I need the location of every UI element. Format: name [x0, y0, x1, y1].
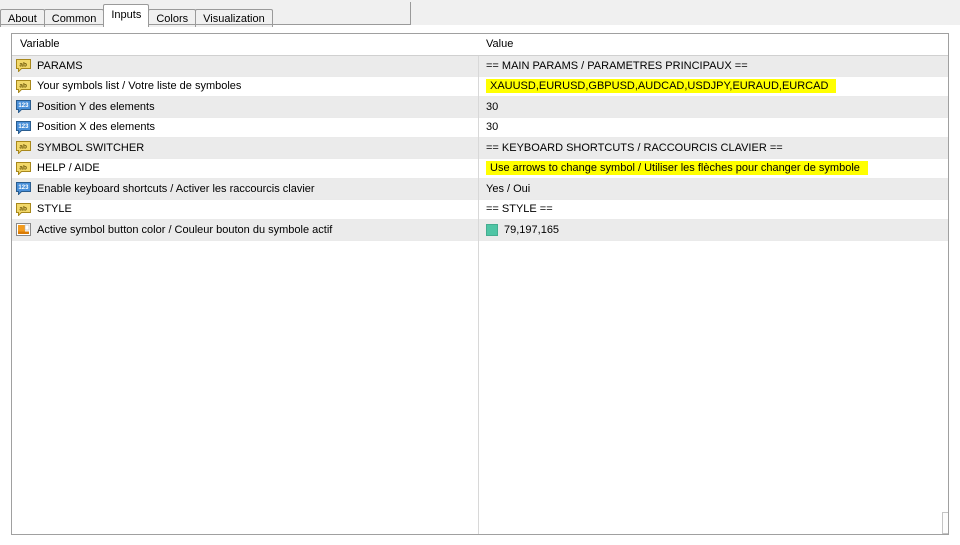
- variable-cell[interactable]: ab Your symbols list / Votre liste de sym…: [12, 79, 478, 93]
- table-row[interactable]: ab PARAMS == MAIN PARAMS / PARAMETRES PRIN…: [12, 56, 948, 77]
- column-divider: [478, 56, 479, 534]
- svg-text:123: 123: [18, 185, 29, 191]
- value-cell[interactable]: Yes / Oui: [478, 183, 948, 195]
- tab-bar-right-edge: [410, 2, 411, 25]
- variable-label: PARAMS: [37, 59, 83, 72]
- string-type-icon: ab: [16, 79, 31, 93]
- value-cell[interactable]: 30: [478, 121, 948, 133]
- value-text: XAUUSD,EURUSD,GBPUSD,AUDCAD,USDJPY,EURAU…: [486, 79, 837, 94]
- string-type-icon: ab: [16, 202, 31, 216]
- value-text: == MAIN PARAMS / PARAMETRES PRINCIPAUX =…: [486, 59, 748, 72]
- variable-cell[interactable]: 123 Enable keyboard shortcuts / Activer l…: [12, 182, 478, 196]
- string-type-icon: ab: [16, 161, 31, 175]
- svg-text:123: 123: [18, 103, 29, 109]
- column-header-variable[interactable]: Variable: [12, 34, 478, 55]
- variable-cell[interactable]: ab PARAMS: [12, 59, 478, 73]
- tab-bar-underline: [0, 24, 411, 25]
- table-header-row: Variable Value: [12, 34, 948, 56]
- variable-label: HELP / AIDE: [37, 162, 100, 175]
- value-text: 30: [486, 121, 499, 134]
- number-type-icon: 123: [16, 182, 31, 196]
- svg-text:ab: ab: [19, 144, 27, 151]
- variable-label: Your symbols list / Votre liste de symbo…: [37, 80, 242, 93]
- value-cell[interactable]: 79,197,165: [478, 223, 948, 236]
- value-text: == KEYBOARD SHORTCUTS / RACCOURCIS CLAVI…: [486, 141, 783, 154]
- variable-cell[interactable]: ab SYMBOL SWITCHER: [12, 141, 478, 155]
- table-row[interactable]: ab HELP / AIDE Use arrows to change symbol…: [12, 158, 948, 179]
- color-type-icon: [16, 223, 31, 237]
- table-row[interactable]: Active symbol button color / Couleur bou…: [12, 220, 948, 241]
- color-swatch: [486, 223, 498, 236]
- value-cell[interactable]: == STYLE ==: [478, 203, 948, 215]
- value-text: Yes / Oui: [486, 182, 531, 195]
- table-row[interactable]: ab SYMBOL SWITCHER == KEYBOARD SHORTCUTS /…: [12, 138, 948, 159]
- variable-cell[interactable]: Active symbol button color / Couleur bou…: [12, 223, 478, 237]
- svg-text:ab: ab: [19, 82, 27, 89]
- variable-cell[interactable]: ab HELP / AIDE: [12, 161, 478, 175]
- tab-bar: About Common Inputs Colors Visualization: [0, 0, 960, 27]
- value-cell[interactable]: == KEYBOARD SHORTCUTS / RACCOURCIS CLAVI…: [478, 142, 948, 154]
- variable-label: SYMBOL SWITCHER: [37, 141, 145, 154]
- column-header-value[interactable]: Value: [478, 34, 948, 55]
- value-text: Use arrows to change symbol / Utiliser l…: [486, 161, 868, 176]
- tab-inputs[interactable]: Inputs: [103, 4, 150, 25]
- value-cell[interactable]: XAUUSD,EURUSD,GBPUSD,AUDCAD,USDJPY,EURAU…: [478, 79, 948, 94]
- number-type-icon: 123: [16, 120, 31, 134]
- svg-text:123: 123: [18, 124, 29, 130]
- variable-label: STYLE: [37, 203, 72, 216]
- table-row[interactable]: 123 Enable keyboard shortcuts / Activer l…: [12, 179, 948, 200]
- string-type-icon: ab: [16, 59, 31, 73]
- value-text: 30: [486, 100, 499, 113]
- variable-cell[interactable]: 123 Position X des elements: [12, 120, 478, 134]
- table-row[interactable]: 123 Position Y des elements 30: [12, 97, 948, 118]
- dialog-button-partial-ok[interactable]: [942, 512, 948, 534]
- table-row[interactable]: ab STYLE == STYLE ==: [12, 199, 948, 220]
- svg-text:ab: ab: [19, 62, 27, 69]
- table-row[interactable]: 123 Position X des elements 30: [12, 117, 948, 138]
- string-type-icon: ab: [16, 141, 31, 155]
- table-row[interactable]: ab Your symbols list / Votre liste de sym…: [12, 76, 948, 97]
- value-cell[interactable]: Use arrows to change symbol / Utiliser l…: [478, 161, 948, 176]
- svg-text:ab: ab: [19, 164, 27, 171]
- variable-label: Position X des elements: [37, 121, 156, 134]
- number-type-icon: 123: [16, 100, 31, 114]
- svg-text:ab: ab: [19, 205, 27, 212]
- value-cell[interactable]: == MAIN PARAMS / PARAMETRES PRINCIPAUX =…: [478, 60, 948, 72]
- value-text: == STYLE ==: [486, 203, 553, 216]
- table-body: ab PARAMS == MAIN PARAMS / PARAMETRES PRIN…: [12, 56, 948, 241]
- variable-label: Enable keyboard shortcuts / Activer les …: [37, 182, 315, 195]
- inputs-table-panel: Variable Value ab PARAMS == MAIN PARAMS / …: [11, 33, 949, 535]
- value-cell[interactable]: 30: [478, 101, 948, 113]
- value-text: 79,197,165: [504, 223, 560, 236]
- variable-label: Position Y des elements: [37, 100, 155, 113]
- variable-cell[interactable]: 123 Position Y des elements: [12, 100, 478, 114]
- variable-cell[interactable]: ab STYLE: [12, 202, 478, 216]
- variable-label: Active symbol button color / Couleur bou…: [37, 223, 333, 236]
